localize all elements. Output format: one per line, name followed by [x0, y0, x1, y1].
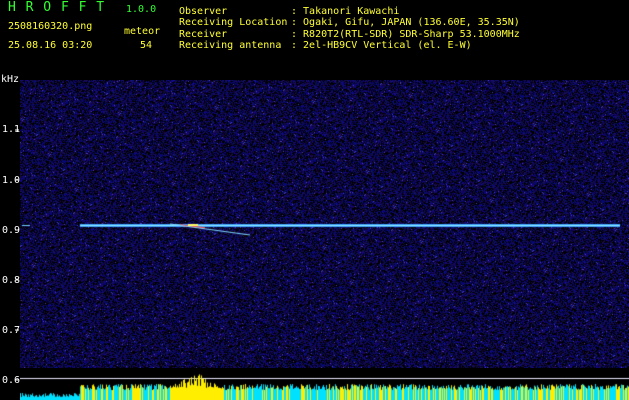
signal-level-trace	[20, 368, 629, 400]
spectrogram	[20, 80, 629, 368]
hrofft-window: H R O F F T 1.0.0 2508160320.png meteor …	[0, 0, 629, 400]
